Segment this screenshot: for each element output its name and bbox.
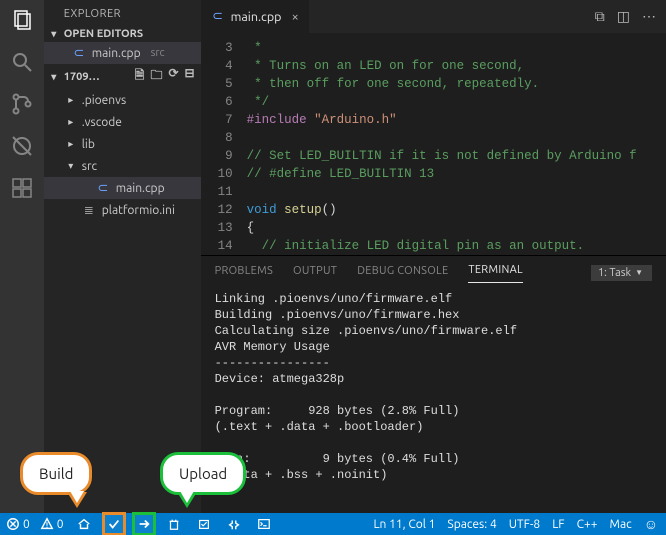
pio-test-button[interactable]	[194, 514, 214, 534]
extensions-icon[interactable]	[10, 176, 34, 200]
status-encoding[interactable]: UTF-8	[509, 518, 540, 531]
sidebar: EXPLORER ▾ OPEN EDITORS ⊂ main.cpp src ▾…	[44, 0, 201, 513]
open-editors-header[interactable]: ▾ OPEN EDITORS	[44, 26, 201, 42]
terminal-task-selector[interactable]: 1: Task ▼	[591, 265, 652, 281]
collapse-icon[interactable]: ⊟	[185, 66, 195, 87]
callout-build-label: Build	[39, 465, 73, 482]
status-errors[interactable]: 0	[6, 517, 30, 531]
new-folder-icon[interactable]: 🗀	[150, 66, 162, 87]
open-editors-label: OPEN EDITORS	[64, 28, 143, 40]
tab-output[interactable]: OUTPUT	[293, 263, 337, 283]
callout-upload-label: Upload	[179, 465, 227, 482]
more-icon[interactable]: ⋯	[642, 8, 656, 25]
file-item[interactable]: ⊂ main.cpp	[44, 177, 201, 199]
folder-item[interactable]: ▸ .vscode	[44, 111, 201, 133]
editor-tab-bar: ⊂ main.cpp × ⧉ ◫ ⋯	[201, 0, 666, 33]
status-errors-count: 0	[23, 518, 30, 531]
cpp-file-icon: ⊂	[72, 46, 86, 61]
cpp-file-icon: ⊂	[96, 181, 110, 196]
pio-home-button[interactable]	[74, 514, 94, 534]
pio-build-button[interactable]	[104, 514, 124, 534]
chevron-down-icon: ▼	[635, 268, 643, 277]
chevron-right-icon: ▸	[66, 138, 76, 150]
cpp-file-icon: ⊂	[211, 9, 225, 24]
folder-item[interactable]: ▾ src	[44, 155, 201, 177]
ini-file-icon: ≣	[82, 203, 96, 217]
feedback-smile-icon[interactable]: ☺	[644, 516, 658, 532]
source-control-icon[interactable]	[10, 92, 34, 116]
editor-tab-label: main.cpp	[231, 10, 282, 24]
panel-tab-bar: PROBLEMS OUTPUT DEBUG CONSOLE TERMINAL 1…	[201, 256, 666, 283]
callout-build: Build	[20, 452, 92, 495]
terminal-task-selector-label: 1: Task	[598, 267, 631, 279]
tab-debug[interactable]: DEBUG CONSOLE	[357, 263, 448, 283]
editor-tab[interactable]: ⊂ main.cpp ×	[201, 0, 310, 33]
pio-serial-button[interactable]	[224, 514, 244, 534]
panel: PROBLEMS OUTPUT DEBUG CONSOLE TERMINAL 1…	[201, 255, 666, 513]
open-editor-filename: main.cpp	[92, 47, 141, 60]
line-number-gutter: 34567891011121314	[201, 33, 247, 255]
tab-terminal[interactable]: TERMINAL	[468, 262, 523, 283]
sidebar-title: EXPLORER	[44, 0, 201, 26]
pio-clean-button[interactable]	[164, 514, 184, 534]
editor[interactable]: 34567891011121314 * * Turns on an LED on…	[201, 33, 666, 255]
file-name: platformio.ini	[102, 204, 175, 217]
pio-terminal-button[interactable]	[254, 514, 274, 534]
status-indent[interactable]: Spaces: 4	[447, 518, 496, 531]
open-editor-folder: src	[151, 47, 165, 59]
chevron-down-icon: ▾	[48, 28, 60, 40]
activity-bar	[0, 0, 44, 513]
open-editor-item[interactable]: ⊂ main.cpp src	[44, 42, 201, 64]
chevron-down-icon: ▾	[48, 71, 60, 83]
chevron-right-icon: ▸	[66, 116, 76, 128]
folder-item[interactable]: ▸ lib	[44, 133, 201, 155]
refresh-icon[interactable]: ⟳	[168, 66, 178, 87]
new-file-icon[interactable]: 🗎	[135, 66, 145, 87]
status-cursor[interactable]: Ln 11, Col 1	[373, 518, 435, 531]
terminal-output[interactable]: Linking .pioenvs/uno/firmware.elf Buildi…	[201, 283, 666, 513]
folder-name: .vscode	[82, 116, 122, 129]
search-icon[interactable]	[10, 50, 34, 74]
pio-upload-button[interactable]	[134, 514, 154, 534]
folder-name: .pioenvs	[82, 94, 126, 107]
explorer-icon[interactable]	[10, 8, 34, 32]
chevron-right-icon: ▸	[66, 94, 76, 106]
compare-icon[interactable]: ⧉	[595, 8, 605, 25]
workspace-label: 1709…	[64, 71, 100, 83]
folder-name: src	[82, 160, 97, 173]
folder-item[interactable]: ▸ .pioenvs	[44, 89, 201, 111]
tab-problems[interactable]: PROBLEMS	[215, 263, 273, 283]
folder-name: lib	[82, 138, 95, 151]
code-content[interactable]: * * Turns on an LED on for one second, *…	[247, 33, 666, 255]
chevron-down-icon: ▾	[66, 160, 76, 172]
file-name: main.cpp	[116, 182, 165, 195]
status-lang[interactable]: C++	[577, 518, 598, 531]
status-bar: 0 0	[0, 513, 666, 535]
split-editor-icon[interactable]: ◫	[617, 8, 630, 25]
close-icon[interactable]: ×	[287, 10, 298, 24]
status-warnings-count: 0	[57, 518, 64, 531]
status-warnings[interactable]: 0	[40, 517, 64, 531]
debug-icon[interactable]	[10, 134, 34, 158]
file-tree: ▸ .pioenvs ▸ .vscode ▸ lib ▾ src ⊂ main.cpp ≣ platf…	[44, 89, 201, 221]
status-os[interactable]: Mac	[610, 518, 632, 531]
file-item[interactable]: ≣ platformio.ini	[44, 199, 201, 221]
workspace-header[interactable]: ▾ 1709… 🗎 🗀 ⟳ ⊟	[44, 64, 201, 89]
status-eol[interactable]: LF	[552, 518, 564, 531]
callout-upload: Upload	[160, 452, 246, 495]
